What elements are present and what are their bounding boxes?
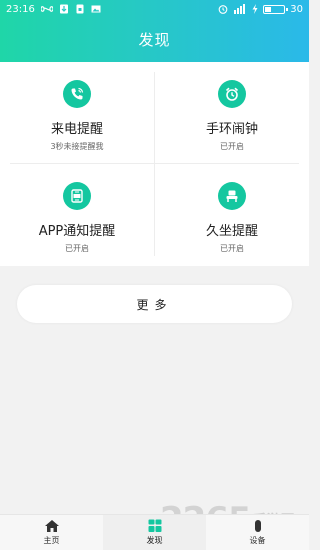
tab-device[interactable]: 设备 [206,515,309,550]
infinity-icon [40,6,53,12]
feature-status: 3秒未接提醒我 [50,142,104,151]
bottom-tab-bar: 主页 发现 设备 [0,514,309,550]
status-time: 23:16 [6,3,35,15]
feature-name: 久坐提醒 [205,224,258,239]
tab-discover[interactable]: 发现 [103,515,206,550]
phone-icon [63,80,91,108]
status-bar: 23:16 30 [0,0,309,18]
signal-icon [234,4,246,14]
image-icon [91,5,101,13]
battery-icon [263,4,289,14]
feature-call-reminder[interactable]: 来电提醒 3秒未接提醒我 [0,62,154,164]
tab-label: 主页 [43,536,60,545]
feature-status: 已开启 [220,142,244,151]
feature-sedentary-reminder[interactable]: 久坐提醒 已开启 [155,164,309,266]
feature-name: 手环闹钟 [205,122,258,137]
feature-app-notification[interactable]: APP通知提醒 已开启 [0,164,154,266]
page-title: 发现 [138,31,171,49]
download-icon [59,4,68,14]
tab-home[interactable]: 主页 [0,515,103,550]
sim-icon [76,4,84,14]
feature-band-alarm[interactable]: 手环闹钟 已开启 [155,62,309,164]
feature-name: APP通知提醒 [38,224,116,239]
app-notification-icon [63,182,91,210]
feature-grid: 来电提醒 3秒未接提醒我 手环闹钟 已开启 APP通知提醒 已开启 久坐提醒 已… [0,62,309,266]
home-icon [44,520,59,532]
battery-level: 30 [290,3,303,15]
tab-label: 发现 [146,536,163,545]
charging-icon [252,4,258,14]
device-icon [254,520,261,532]
alarm-clock-icon [218,80,246,108]
feature-status: 已开启 [220,244,244,253]
feature-name: 来电提醒 [50,122,103,137]
feature-status: 已开启 [65,244,89,253]
more-button[interactable]: 更多 [17,285,292,323]
alarm-status-icon [218,5,228,14]
tab-label: 设备 [249,536,266,545]
header-bar: 23:16 30 发现 [0,0,309,62]
sedentary-seat-icon [218,182,246,210]
grid-icon [148,519,161,532]
